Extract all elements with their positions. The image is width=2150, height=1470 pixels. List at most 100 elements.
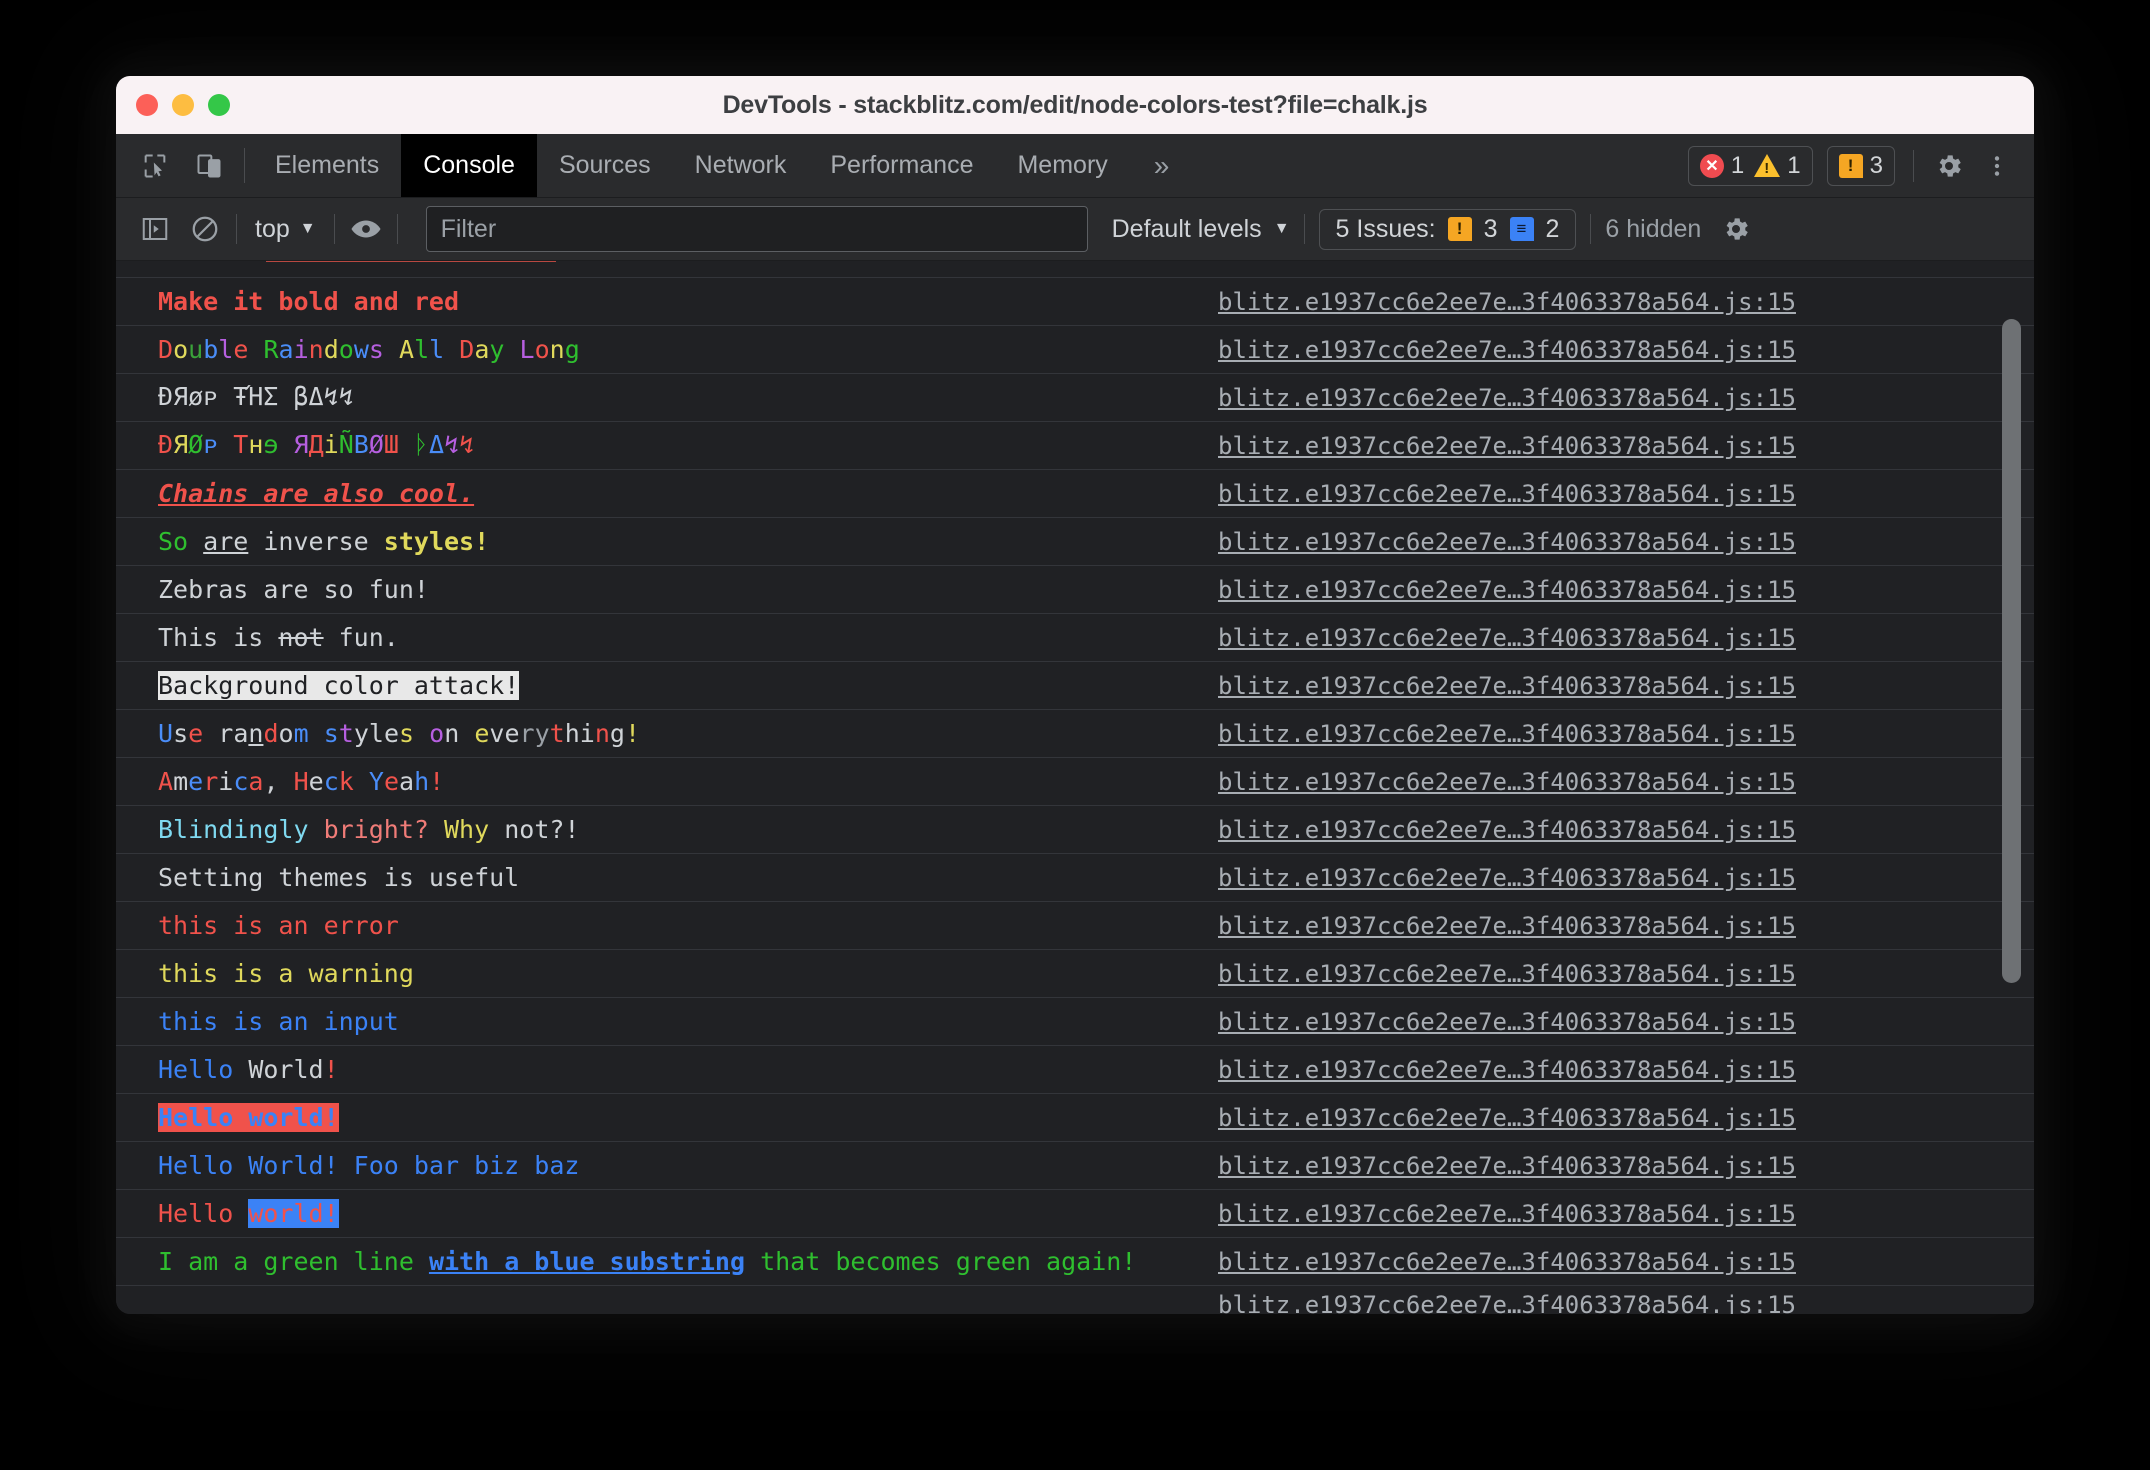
console-scrollbar-thumb[interactable] xyxy=(2002,319,2021,983)
message-segment: d xyxy=(323,335,339,364)
source-location-link[interactable]: blitz.e1937cc6e2ee7e…3f4063378a564.js:15 xyxy=(1218,1056,1796,1084)
source-location-link[interactable]: blitz.e1937cc6e2ee7e…3f4063378a564.js:15 xyxy=(1218,768,1796,796)
message-segment xyxy=(489,815,504,844)
source-location-link[interactable]: blitz.e1937cc6e2ee7e…3f4063378a564.js:15 xyxy=(1218,336,1796,364)
tab-sources[interactable]: Sources xyxy=(537,134,673,197)
console-message-row[interactable]: Use random styles on everything! blitz.e1… xyxy=(116,710,2034,758)
console-message-row[interactable]: So are inverse styles! blitz.e1937cc6e2ee… xyxy=(116,518,2034,566)
kebab-menu-icon[interactable] xyxy=(1980,149,2014,183)
message-segment: Blindingly xyxy=(158,815,309,844)
source-location-link[interactable]: blitz.e1937cc6e2ee7e…3f4063378a564.js:15 xyxy=(1218,720,1796,748)
source-location-link[interactable]: blitz.e1937cc6e2ee7e…3f4063378a564.js:15 xyxy=(1218,288,1796,316)
log-level-selector[interactable]: Default levels ▼ xyxy=(1112,215,1290,244)
console-settings-gear-icon[interactable] xyxy=(1719,212,1753,246)
source-location-link[interactable]: blitz.e1937cc6e2ee7e…3f4063378a564.js:15 xyxy=(1218,1200,1796,1228)
console-message-row[interactable]: This is not fun. blitz.e1937cc6e2ee7e…3f4… xyxy=(116,614,2034,662)
issue-badge-item[interactable]: ! 3 xyxy=(1838,152,1883,180)
msg-chains: Chains are also cool. xyxy=(158,479,1218,508)
console-message-row[interactable]: Blindingly bright? Why not?! blitz.e1937c… xyxy=(116,806,2034,854)
partial-message-row-bottom[interactable]: blitz.e1937cc6e2ee7e…3f4063378a564.js:15 xyxy=(116,1286,2034,1314)
source-location-link[interactable]: blitz.e1937cc6e2ee7e…3f4063378a564.js:15 xyxy=(1218,864,1796,892)
source-location-link[interactable]: blitz.e1937cc6e2ee7e…3f4063378a564.js:15 xyxy=(1218,1104,1796,1132)
source-location-link[interactable]: blitz.e1937cc6e2ee7e…3f4063378a564.js:15 xyxy=(1218,432,1796,460)
filter-input[interactable]: Filter xyxy=(425,206,1088,252)
message-segment xyxy=(279,767,294,796)
console-message-row[interactable]: Make it bold and red blitz.e1937cc6e2ee7e… xyxy=(116,278,2034,326)
title-bar: DevTools - stackblitz.com/edit/node-colo… xyxy=(116,76,2034,134)
device-toolbar-icon[interactable] xyxy=(192,149,226,183)
message-segment: g xyxy=(564,335,580,364)
screenshot-stage: DevTools - stackblitz.com/edit/node-colo… xyxy=(0,0,2150,1470)
message-segment: not xyxy=(278,623,324,652)
issues-badge[interactable]: ! 3 xyxy=(1826,145,1895,186)
source-location-link[interactable]: blitz.e1937cc6e2ee7e…3f4063378a564.js:15 xyxy=(1218,1291,1796,1314)
console-scrollbar[interactable] xyxy=(2002,261,2028,1314)
source-location-link[interactable]: blitz.e1937cc6e2ee7e…3f4063378a564.js:15 xyxy=(1218,672,1796,700)
tab-memory[interactable]: Memory xyxy=(995,134,1129,197)
console-message-row[interactable]: Setting themes is useful blitz.e1937cc6e2… xyxy=(116,854,2034,902)
tab-performance[interactable]: Performance xyxy=(808,134,995,197)
console-message-row[interactable]: America, Heck Yeah! blitz.e1937cc6e2ee7e…… xyxy=(116,758,2034,806)
message-segment: This is xyxy=(158,623,279,652)
console-message-row[interactable]: Hello world! blitz.e1937cc6e2ee7e…3f40633… xyxy=(116,1190,2034,1238)
message-segment: A xyxy=(158,767,174,796)
console-message-row[interactable]: this is a warning blitz.e1937cc6e2ee7e…3f… xyxy=(116,950,2034,998)
message-segment: that becomes green again! xyxy=(745,1247,1137,1276)
console-message-list[interactable]: Make it bold and red blitz.e1937cc6e2ee7e… xyxy=(116,261,2034,1314)
more-tabs-icon[interactable]: » xyxy=(1130,134,1194,197)
message-segment: a xyxy=(248,767,264,796)
message-segment: e xyxy=(383,767,399,796)
console-message-row[interactable]: ÐЯøᴩ ŦΉΣ βΔ↯↯ blitz.e1937cc6e2ee7e…3f4063… xyxy=(116,374,2034,422)
console-message-row[interactable]: Hello world! blitz.e1937cc6e2ee7e…3f40633… xyxy=(116,1094,2034,1142)
source-location-link[interactable]: blitz.e1937cc6e2ee7e…3f4063378a564.js:15 xyxy=(1218,960,1796,988)
message-segment: Why xyxy=(444,815,490,844)
source-location-link[interactable]: blitz.e1937cc6e2ee7e…3f4063378a564.js:15 xyxy=(1218,528,1796,556)
console-message-row[interactable]: I am a green line with a blue substring … xyxy=(116,1238,2034,1286)
message-segment: s xyxy=(323,719,339,748)
console-message-row[interactable]: ÐЯØᴩ Tнɘ ЯДiÑBØШ ᚦΔ↯↯ blitz.e1937cc6e2ee7… xyxy=(116,422,2034,470)
error-warning-badges[interactable]: ✕ 1 1 xyxy=(1687,145,1813,186)
message-segment: e xyxy=(308,767,324,796)
source-location-link[interactable]: blitz.e1937cc6e2ee7e…3f4063378a564.js:15 xyxy=(1218,624,1796,652)
console-message-row[interactable]: Chains are also cool. blitz.e1937cc6e2ee7… xyxy=(116,470,2034,518)
source-location-link[interactable]: blitz.e1937cc6e2ee7e…3f4063378a564.js:15 xyxy=(1218,1008,1796,1036)
error-badge[interactable]: ✕ 1 xyxy=(1699,152,1744,180)
source-location-link[interactable]: blitz.e1937cc6e2ee7e…3f4063378a564.js:15 xyxy=(1218,384,1796,412)
source-location-link[interactable]: blitz.e1937cc6e2ee7e…3f4063378a564.js:15 xyxy=(1218,1152,1796,1180)
console-message-row[interactable]: Background color attack! blitz.e1937cc6e2… xyxy=(116,662,2034,710)
message-segment: inverse xyxy=(248,527,384,556)
source-location-link[interactable]: blitz.e1937cc6e2ee7e…3f4063378a564.js:15 xyxy=(1218,912,1796,940)
console-message-row[interactable]: Double Raindows All Day Long blitz.e1937c… xyxy=(116,326,2034,374)
message-segment xyxy=(414,719,429,748)
gear-icon[interactable] xyxy=(1932,149,1966,183)
source-location-link[interactable]: blitz.e1937cc6e2ee7e…3f4063378a564.js:15 xyxy=(1218,576,1796,604)
console-message-row[interactable]: this is an error blitz.e1937cc6e2ee7e…3f4… xyxy=(116,902,2034,950)
warning-count: 1 xyxy=(1787,151,1801,179)
live-expression-icon[interactable] xyxy=(349,212,383,246)
tab-elements[interactable]: Elements xyxy=(253,134,401,197)
clear-console-icon[interactable] xyxy=(188,212,222,246)
console-message-row[interactable]: this is an input blitz.e1937cc6e2ee7e…3f4… xyxy=(116,998,2034,1046)
console-sidebar-icon[interactable] xyxy=(138,212,172,246)
issues-summary[interactable]: 5 Issues: ! 3 ≡ 2 xyxy=(1318,208,1577,250)
hidden-messages-count: 6 hidden xyxy=(1605,214,1702,243)
console-message-row[interactable]: Hello World! Foo bar biz baz blitz.e1937c… xyxy=(116,1142,2034,1190)
console-message-row[interactable]: Hello World! blitz.e1937cc6e2ee7e…3f40633… xyxy=(116,1046,2034,1094)
source-location-link[interactable]: blitz.e1937cc6e2ee7e…3f4063378a564.js:15 xyxy=(1218,480,1796,508)
source-location-link[interactable]: blitz.e1937cc6e2ee7e…3f4063378a564.js:15 xyxy=(1218,1248,1796,1276)
message-segment: i xyxy=(293,335,309,364)
message-segment: l xyxy=(368,719,384,748)
warning-badge[interactable]: 1 xyxy=(1754,151,1801,180)
inspect-element-icon[interactable] xyxy=(138,149,172,183)
message-segment: l xyxy=(429,335,445,364)
source-location-link[interactable]: blitz.e1937cc6e2ee7e…3f4063378a564.js:15 xyxy=(1218,816,1796,844)
message-segment: not?! xyxy=(504,815,580,844)
console-message-row[interactable]: Zebras are so fun! blitz.e1937cc6e2ee7e…3… xyxy=(116,566,2034,614)
execution-context-selector[interactable]: top ▼ xyxy=(251,215,320,244)
message-segment xyxy=(384,335,399,364)
message-segment: r xyxy=(519,719,535,748)
tab-console[interactable]: Console xyxy=(401,134,537,197)
message-segment: L xyxy=(519,335,535,364)
chevron-down-icon-levels: ▼ xyxy=(1273,220,1290,237)
tab-network[interactable]: Network xyxy=(673,134,809,197)
